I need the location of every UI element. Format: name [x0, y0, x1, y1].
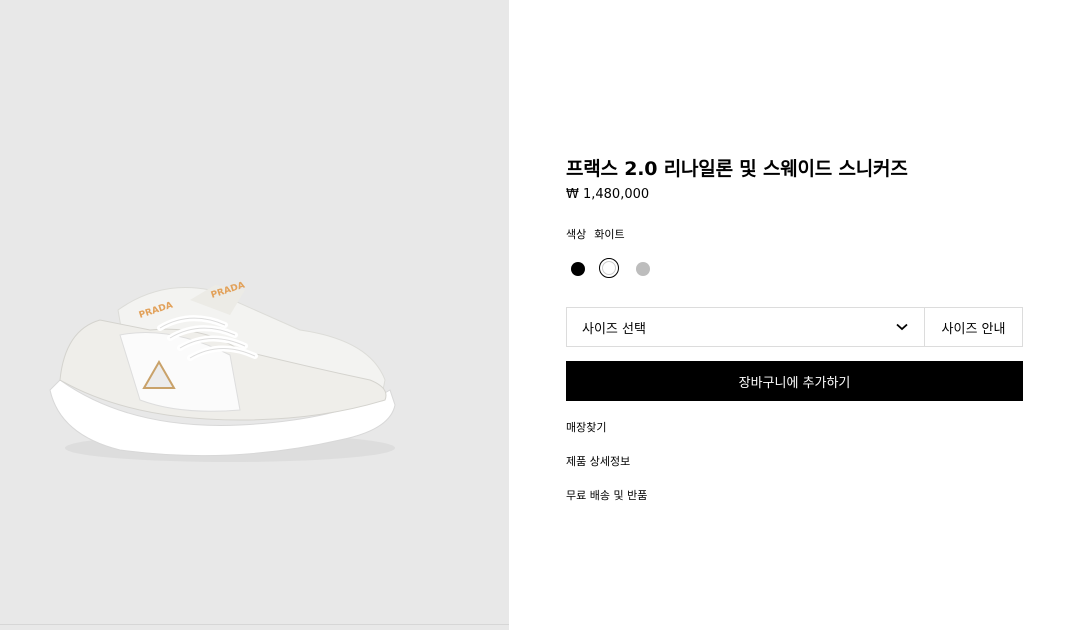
color-row: 색상 화이트 — [566, 226, 625, 242]
sneaker-image: PRADA PRADA — [49, 281, 396, 462]
store-finder-link[interactable]: 매장찾기 — [566, 419, 606, 435]
size-row: 사이즈 선택 사이즈 안내 — [566, 307, 1023, 347]
product-details-link[interactable]: 제품 상세정보 — [566, 453, 630, 469]
size-select-dropdown[interactable]: 사이즈 선택 — [567, 308, 924, 346]
size-guide-button[interactable]: 사이즈 안내 — [924, 308, 1022, 346]
swatch-grey[interactable] — [636, 262, 650, 276]
chevron-down-icon — [896, 323, 908, 331]
product-price: ₩ 1,480,000 — [566, 187, 650, 202]
color-label: 색상 — [566, 228, 587, 241]
product-image-panel: PRADA PRADA — [0, 0, 509, 630]
size-select-label: 사이즈 선택 — [582, 321, 646, 337]
size-guide-label: 사이즈 안내 — [941, 321, 1006, 337]
swatch-black[interactable] — [571, 262, 585, 276]
swatch-white[interactable] — [602, 261, 616, 275]
color-value: 화이트 — [594, 228, 625, 241]
add-to-cart-label: 장바구니에 추가하기 — [738, 375, 851, 391]
shipping-returns-link[interactable]: 무료 배송 및 반품 — [566, 487, 647, 503]
product-title: 프랙스 2.0 리나일론 및 스웨이드 스니커즈 — [566, 158, 908, 180]
add-to-cart-button[interactable]: 장바구니에 추가하기 — [566, 361, 1023, 401]
image-divider — [0, 624, 509, 625]
